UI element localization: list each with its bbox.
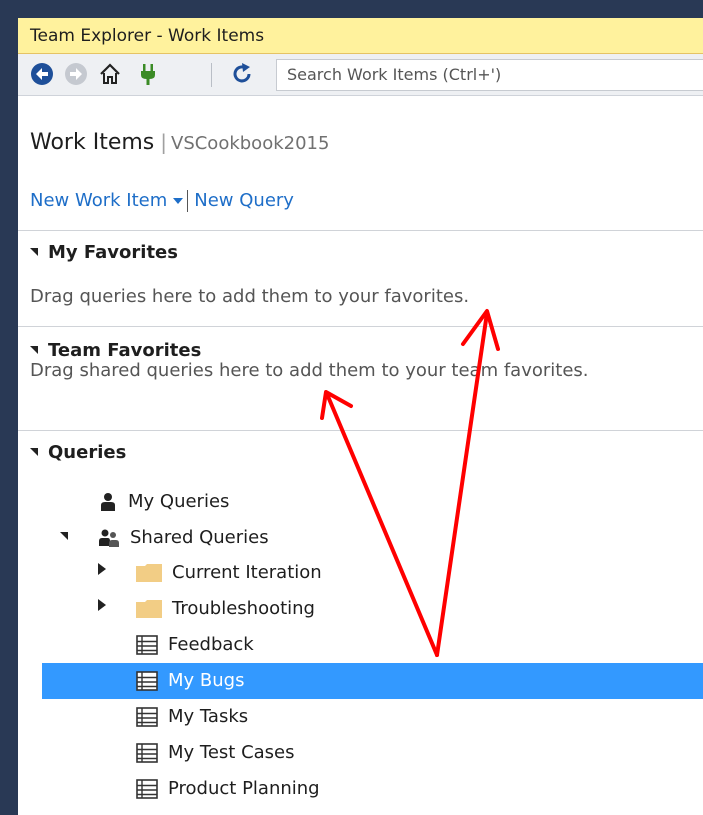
home-icon[interactable] (98, 62, 122, 86)
tree-item-query-my-tasks[interactable]: My Tasks (136, 699, 248, 735)
page-title-text: Work Items (30, 130, 155, 155)
query-list-icon (136, 707, 158, 727)
person-icon (101, 493, 115, 511)
section-divider (18, 230, 703, 231)
collapse-triangle-icon[interactable] (30, 448, 38, 456)
team-favorites-hint: Drag shared queries here to add them to … (30, 360, 589, 381)
team-favorites-title: Team Favorites (48, 340, 202, 361)
tree-item-shared-queries[interactable]: Shared Queries (98, 520, 269, 556)
link-divider (187, 190, 189, 212)
action-links: New Work Item New Query (30, 190, 294, 212)
refresh-icon[interactable] (230, 62, 254, 86)
tree-item-label: My Queries (128, 491, 230, 512)
expand-triangle-icon[interactable] (98, 563, 106, 575)
my-favorites-title: My Favorites (48, 242, 178, 263)
query-list-icon (136, 635, 158, 655)
my-favorites-header[interactable]: My Favorites (30, 242, 178, 263)
queries-header[interactable]: Queries (30, 442, 126, 463)
forward-icon[interactable] (64, 62, 88, 86)
tree-item-my-queries[interactable]: My Queries (98, 484, 229, 520)
folder-icon (136, 600, 162, 618)
query-list-icon (136, 671, 158, 691)
tree-item-folder-troubleshooting[interactable]: Troubleshooting (136, 591, 315, 627)
window-title-bar: Team Explorer - Work Items (18, 18, 703, 54)
tree-item-label: Product Planning (168, 778, 320, 799)
chevron-down-icon[interactable] (173, 198, 184, 204)
section-divider (18, 326, 703, 327)
collapse-triangle-icon[interactable] (60, 532, 68, 540)
people-icon (99, 529, 119, 547)
expand-triangle-icon[interactable] (98, 599, 106, 611)
collapse-triangle-icon[interactable] (30, 346, 38, 354)
tree-item-query-my-bugs[interactable]: My Bugs (136, 663, 244, 699)
tree-item-label: My Bugs (168, 670, 245, 691)
tree-item-label: Shared Queries (130, 527, 269, 548)
tree-item-folder-current-iteration[interactable]: Current Iteration (136, 555, 322, 591)
page-title: Work Items | VSCookbook2015 (30, 130, 329, 155)
queries-title: Queries (48, 442, 127, 463)
connect-icon[interactable] (136, 62, 160, 86)
team-favorites-header[interactable]: Team Favorites (30, 340, 201, 361)
search-placeholder: Search Work Items (Ctrl+') (287, 65, 502, 84)
new-query-link[interactable]: New Query (194, 190, 294, 211)
tree-item-label: Troubleshooting (172, 598, 315, 619)
team-explorer-panel: Team Explorer - Work Items Search Work I… (18, 18, 703, 815)
tree-item-label: My Test Cases (168, 742, 295, 763)
title-separator: | (160, 130, 167, 154)
back-icon[interactable] (30, 62, 54, 86)
query-list-icon (136, 743, 158, 763)
tree-item-query-feedback[interactable]: Feedback (136, 627, 254, 663)
project-name: VSCookbook2015 (171, 133, 330, 154)
folder-icon (136, 564, 162, 582)
query-list-icon (136, 779, 158, 799)
search-input[interactable]: Search Work Items (Ctrl+') (276, 59, 703, 91)
tree-item-query-product-planning[interactable]: Product Planning (136, 771, 320, 807)
toolbar-separator (211, 63, 212, 87)
toolbar: Search Work Items (Ctrl+') (18, 54, 703, 96)
new-work-item-link[interactable]: New Work Item (30, 190, 167, 211)
tree-item-label: Current Iteration (172, 562, 322, 583)
tree-item-label: My Tasks (168, 706, 249, 727)
tree-item-label: Feedback (168, 634, 254, 655)
tree-item-query-my-test-cases[interactable]: My Test Cases (136, 735, 295, 771)
collapse-triangle-icon[interactable] (30, 248, 38, 256)
section-divider (18, 430, 703, 431)
my-favorites-hint: Drag queries here to add them to your fa… (30, 286, 470, 307)
window-title: Team Explorer - Work Items (30, 26, 265, 46)
